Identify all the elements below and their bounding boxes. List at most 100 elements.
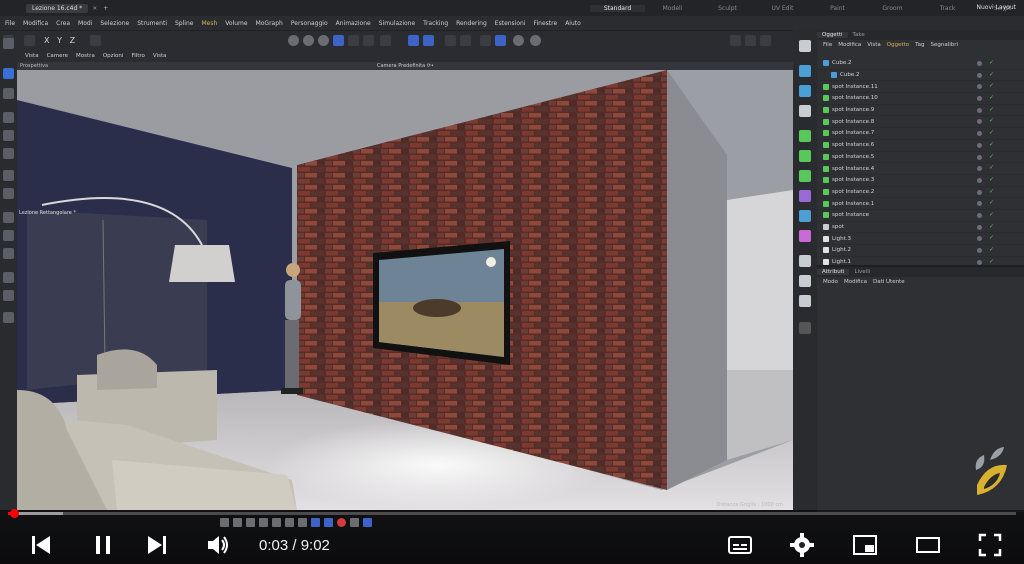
visibility-dot-icon[interactable] — [977, 154, 982, 160]
grid-icon[interactable] — [445, 35, 456, 46]
tab-oggetti[interactable]: Oggetti — [817, 32, 848, 38]
uv-mode-icon[interactable] — [380, 35, 391, 46]
enabled-check-icon[interactable]: ✓ — [989, 211, 994, 218]
settings-button[interactable] — [789, 532, 815, 558]
layout-tab-groom[interactable]: Groom — [865, 5, 920, 12]
menu-tracking[interactable]: Tracking — [423, 20, 448, 27]
enabled-check-icon[interactable]: ✓ — [989, 153, 994, 160]
point-mode-icon[interactable] — [318, 35, 329, 46]
tab-livelli[interactable]: Livelli — [849, 269, 875, 275]
viewport-soft-icon[interactable] — [495, 35, 506, 46]
object-row[interactable]: spot Instance ✓ — [817, 210, 1024, 222]
visibility-dot-icon[interactable] — [977, 96, 982, 102]
objects-menu-segnalibri[interactable]: Segnalibri — [930, 42, 958, 48]
menu-simulazione[interactable]: Simulazione — [379, 20, 415, 27]
keyframe-mode-icon[interactable] — [363, 518, 372, 527]
menu-animazione[interactable]: Animazione — [336, 20, 371, 27]
render-picture-viewer-icon[interactable] — [745, 35, 756, 46]
field-icon[interactable] — [799, 190, 811, 202]
tab-take[interactable]: Take — [848, 32, 870, 38]
enabled-check-icon[interactable]: ✓ — [989, 71, 994, 78]
enabled-check-icon[interactable]: ✓ — [989, 176, 994, 183]
viewport-menu-vista-5[interactable]: Vista — [153, 53, 167, 59]
new-tab-icon[interactable]: + — [103, 5, 108, 12]
viewport-camera-label[interactable]: Camera Predefinita ⟳• — [377, 63, 434, 69]
render-region-icon[interactable] — [730, 35, 741, 46]
loop-icon[interactable] — [311, 518, 320, 527]
viewport-menu-filtro-4[interactable]: Filtro — [131, 53, 144, 59]
objects-menu-file[interactable]: File — [823, 42, 832, 48]
play-icon[interactable] — [259, 518, 268, 527]
brush-tool-icon[interactable] — [3, 212, 14, 223]
rotate-tool-icon[interactable] — [3, 130, 14, 141]
enabled-check-icon[interactable]: ✓ — [989, 94, 994, 101]
document-tab[interactable]: Lezione 16.c4d * — [26, 3, 89, 13]
attributes-menu-dati-utente[interactable]: Dati Utente — [873, 279, 905, 285]
enabled-check-icon[interactable]: ✓ — [989, 141, 994, 148]
menu-strumenti[interactable]: Strumenti — [137, 20, 167, 27]
axis-x-toggle[interactable]: X — [44, 36, 49, 45]
objects-menu-oggetto[interactable]: Oggetto — [887, 42, 909, 48]
volume-icon[interactable] — [799, 230, 811, 242]
enabled-check-icon[interactable]: ✓ — [989, 106, 994, 113]
enabled-check-icon[interactable]: ✓ — [989, 117, 994, 124]
next-frame-icon[interactable] — [272, 518, 281, 527]
next-video-button[interactable] — [144, 532, 170, 558]
layout-tab-uv-edit[interactable]: UV Edit — [755, 5, 810, 12]
generator-icon[interactable] — [799, 130, 811, 142]
render-view-icon[interactable] — [530, 35, 541, 46]
viewport-layout-icon[interactable] — [799, 40, 811, 52]
object-row[interactable]: spot Instance.2 ✓ — [817, 187, 1024, 199]
render-settings-icon[interactable] — [513, 35, 524, 46]
visibility-dot-icon[interactable] — [977, 84, 982, 90]
visibility-dot-icon[interactable] — [977, 166, 982, 172]
viewport-menu-vista-0[interactable]: Vista — [25, 53, 39, 59]
progress-bar[interactable] — [8, 509, 1016, 518]
visibility-dot-icon[interactable] — [977, 201, 982, 207]
move-tool-icon[interactable] — [3, 112, 14, 123]
theater-mode-button[interactable] — [915, 532, 941, 558]
objects-menu-tag[interactable]: Tag — [915, 42, 924, 48]
sketch-tool-icon[interactable] — [3, 248, 14, 259]
object-row[interactable]: spot Instance.9 ✓ — [817, 105, 1024, 117]
subtitles-button[interactable] — [727, 532, 753, 558]
coordinate-system-icon[interactable] — [90, 35, 101, 46]
object-row[interactable]: spot Instance.8 ✓ — [817, 116, 1024, 129]
paint-tool-icon[interactable] — [3, 230, 14, 241]
prev-frame-icon[interactable] — [246, 518, 255, 527]
text-object-icon[interactable] — [799, 105, 811, 117]
camera-object-icon[interactable] — [799, 275, 811, 287]
viewport-menu-mostra-2[interactable]: Mostra — [76, 53, 95, 59]
visibility-dot-icon[interactable] — [977, 107, 982, 113]
visibility-dot-icon[interactable] — [977, 142, 982, 148]
menu-finestre[interactable]: Finestre — [534, 20, 558, 27]
workplane-icon[interactable] — [460, 35, 471, 46]
select-tool-icon[interactable] — [3, 68, 14, 79]
mograph-icon[interactable] — [799, 150, 811, 162]
scale-tool-icon[interactable] — [3, 148, 14, 159]
enabled-check-icon[interactable]: ✓ — [989, 164, 994, 171]
3d-viewport[interactable]: Vista Camere Mostra Opzioni Filtro Vista Pros… — [17, 50, 793, 510]
object-row[interactable]: spot Instance.4 ✓ — [817, 163, 1024, 175]
model-mode-icon[interactable] — [288, 35, 299, 46]
object-row[interactable]: spot ✓ — [817, 222, 1024, 234]
tab-attributi[interactable]: Attributi — [817, 269, 850, 275]
menu-mograph[interactable]: MoGraph — [256, 20, 283, 27]
redo-icon[interactable] — [24, 35, 35, 46]
visibility-dot-icon[interactable] — [977, 119, 982, 125]
axis-z-toggle[interactable]: Z — [70, 36, 75, 45]
cube-object-icon[interactable] — [799, 65, 811, 77]
record-icon[interactable] — [337, 518, 346, 527]
environment-icon[interactable] — [799, 255, 811, 267]
visibility-dot-icon[interactable] — [977, 189, 982, 195]
go-to-start-icon[interactable] — [220, 518, 229, 527]
visibility-dot-icon[interactable] — [977, 131, 982, 137]
snap-settings-icon[interactable] — [423, 35, 434, 46]
enabled-check-icon[interactable]: ✓ — [989, 234, 994, 241]
range-icon[interactable] — [324, 518, 333, 527]
object-row[interactable]: spot Instance.10 ✓ — [817, 93, 1024, 105]
visibility-dot-icon[interactable] — [977, 259, 982, 265]
visibility-dot-icon[interactable] — [977, 224, 982, 230]
miniplayer-button[interactable] — [852, 532, 878, 558]
placement-tool-icon[interactable] — [3, 188, 14, 199]
